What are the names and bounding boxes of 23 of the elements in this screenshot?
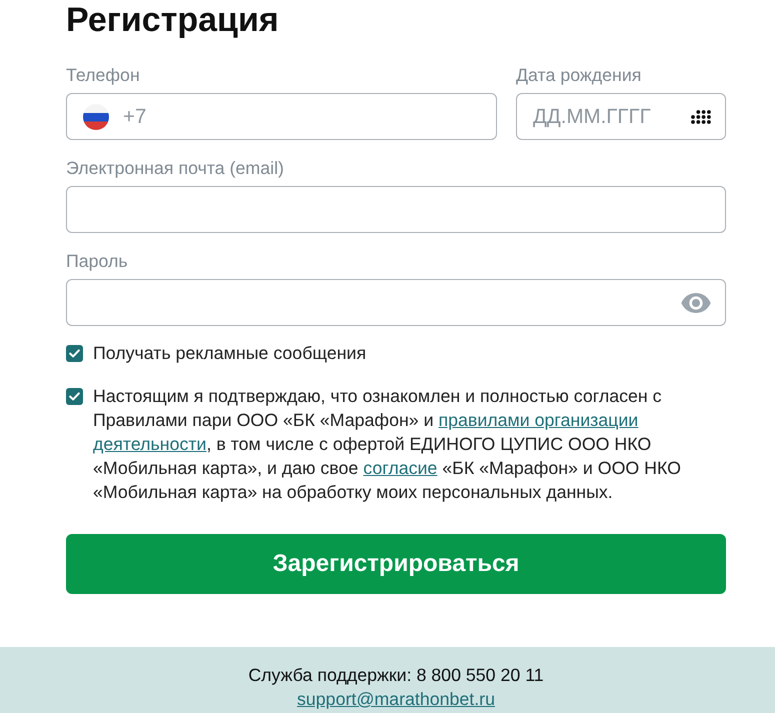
link[interactable]: согласие	[363, 458, 438, 478]
field-label: Электронная почта (email)	[66, 158, 285, 178]
support-phone-text: Служба поддержки: 8 800 550 20 11	[248, 664, 544, 687]
date-field[interactable]: ДД.ММ.ГГГГ	[516, 93, 726, 140]
support-email-link[interactable]: support@marathonbet.ru	[297, 687, 495, 711]
register-button[interactable]: Зарегистрироваться	[66, 534, 726, 594]
consent-text: Настоящим я подтверждаю, что ознакомлен и полностью согласен с Правилами пари ООО «БК «Марафон» и правилами организации деятельности, в том числе с офертой ЕДИНОГО ЦУПИС ООО НКО «Мобильная карта», и даю свое согласие «БК «Марафон» и ООО НКО «Мобильная карта» на обработку моих персональных данных.	[93, 385, 682, 504]
round-flag-icon	[83, 104, 109, 130]
password-field[interactable]	[66, 279, 726, 326]
check-icon	[69, 348, 80, 358]
checkbox-label: Получать рекламные сообщения	[93, 342, 368, 365]
check-icon	[69, 392, 80, 400]
page-title: Регистрация	[66, 0, 280, 40]
field-label: Дата рождения	[516, 65, 642, 85]
phone-field[interactable]: +7	[66, 93, 497, 140]
dot-grid-icon[interactable]	[691, 110, 711, 124]
checkbox[interactable]	[66, 388, 83, 404]
field-label: Пароль	[66, 251, 129, 271]
email-field[interactable]	[66, 186, 726, 233]
link[interactable]: деятельности	[93, 434, 206, 454]
link[interactable]: правилами организации	[438, 410, 638, 430]
field-label: Телефон	[66, 65, 141, 85]
checkbox[interactable]	[66, 344, 83, 362]
